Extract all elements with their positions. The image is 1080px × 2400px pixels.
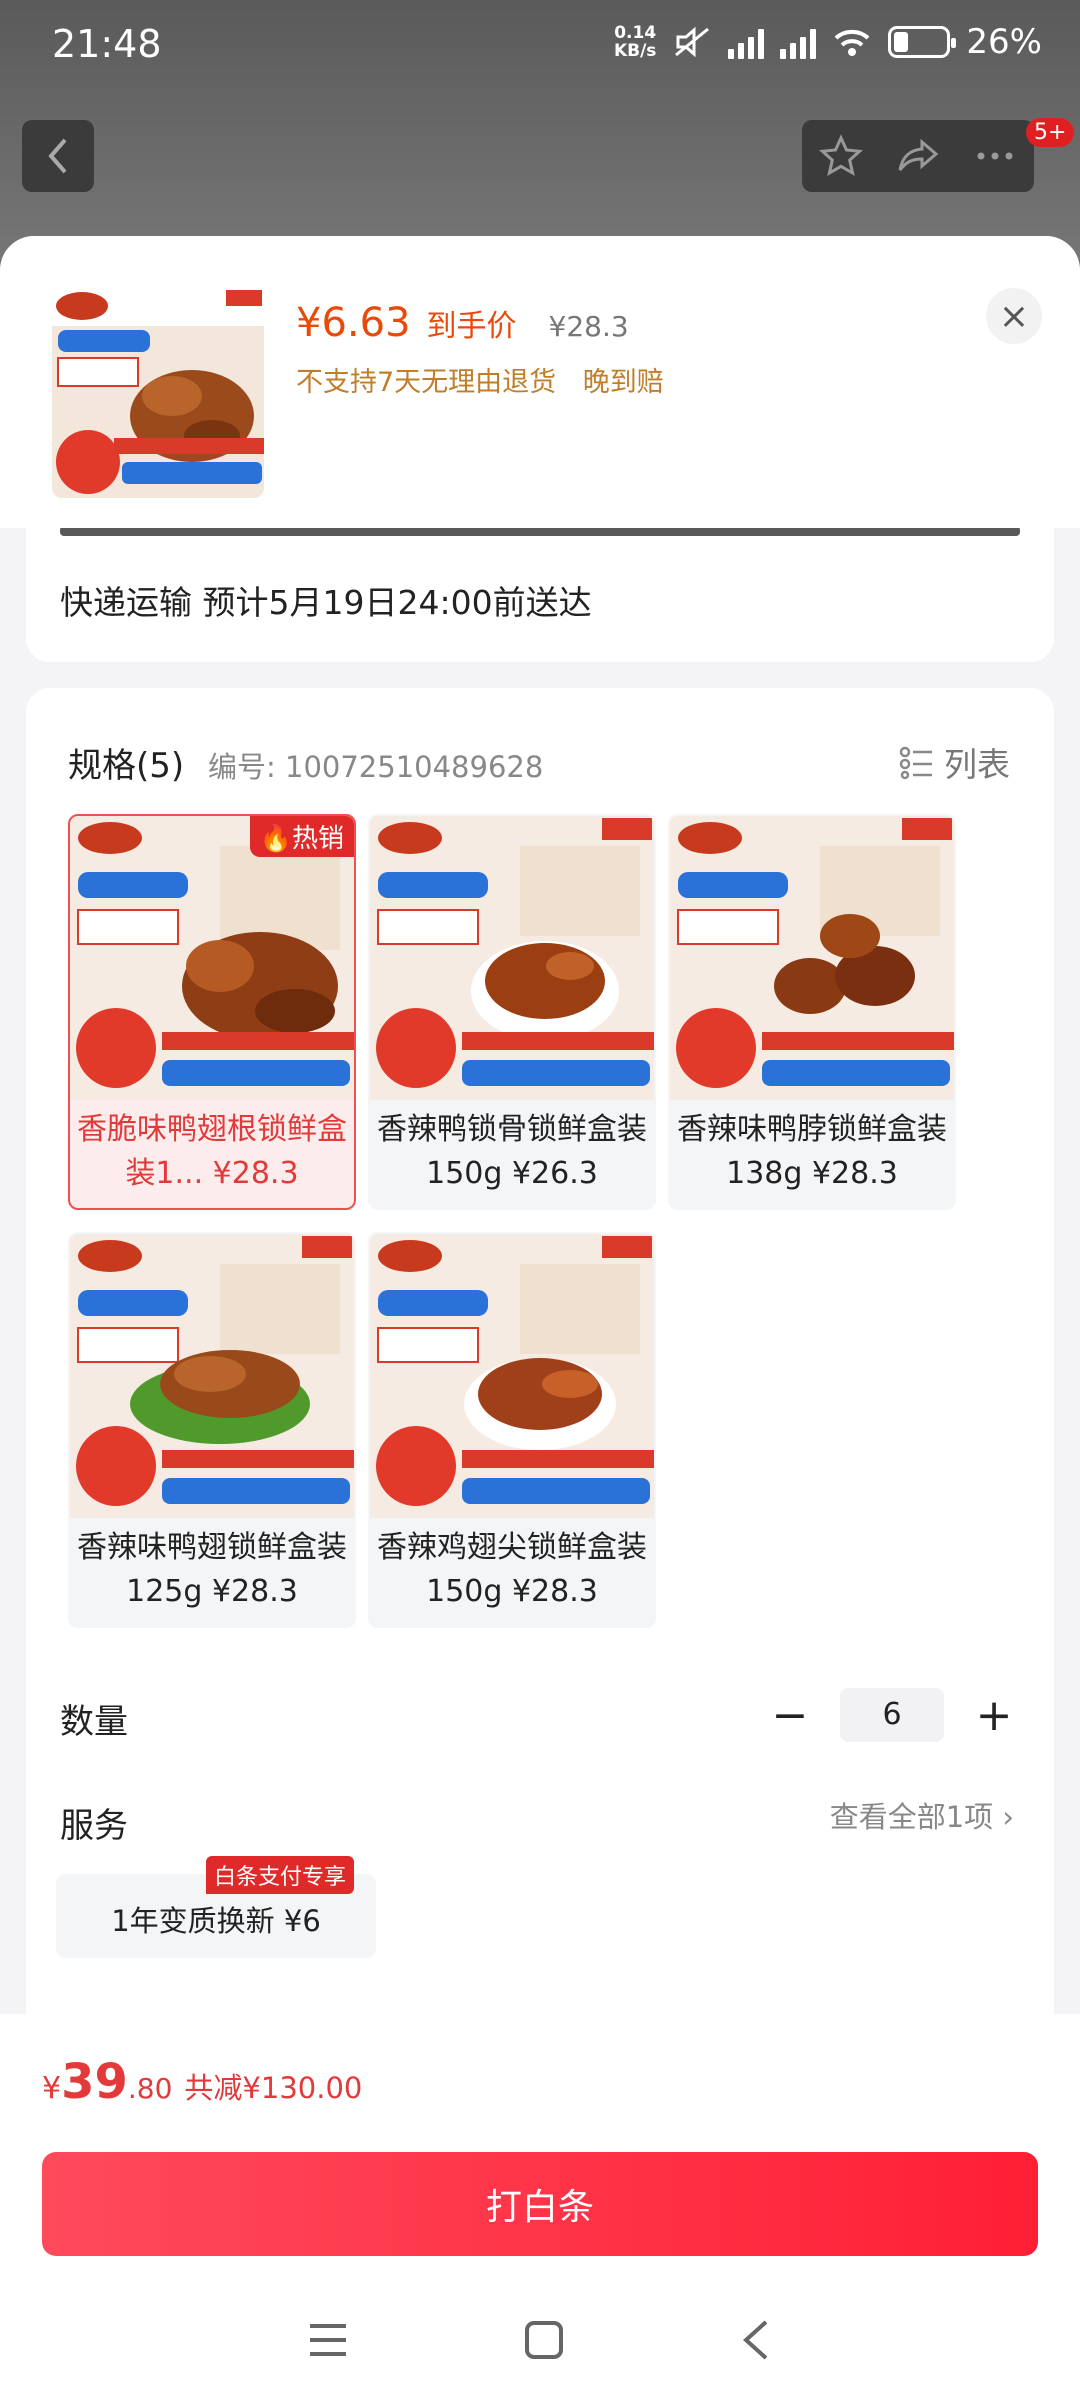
home-icon[interactable] [522, 2318, 566, 2362]
top-toolbar [802, 120, 1034, 192]
more-icon[interactable] [973, 134, 1017, 178]
product-image [670, 816, 954, 1100]
delivery-estimate: 快递运输 预计5月19日24:00前送达 [60, 583, 592, 622]
product-image [70, 816, 354, 1100]
network-speed: 0.14 KB/s [613, 23, 657, 61]
final-price-label: 到手价 [426, 309, 517, 344]
product-image [370, 1234, 654, 1518]
system-nav-bar [0, 2280, 1080, 2400]
signal-icon-2 [780, 25, 817, 59]
signal-icon [728, 25, 765, 59]
spec-option-duck-wing-root[interactable]: 🔥热销 香脆味鸭翅根锁鲜盒装1... ¥28.3 [68, 814, 356, 1210]
list-view-toggle[interactable]: 列表 [898, 738, 1010, 786]
checkout-footer: ¥ 39 .80 共减¥130.00 打白条 [0, 2014, 1080, 2400]
close-icon: × [998, 295, 1030, 337]
star-icon[interactable] [818, 134, 863, 178]
service-promo-tag: 白条支付专享 [206, 1856, 355, 1894]
chevron-right-icon: › [1002, 1800, 1014, 1834]
spec-option-label: 香辣味鸭脖锁鲜盒装138g ¥28.3 [677, 1112, 947, 1191]
status-time: 21:48 [52, 22, 162, 66]
policy-line: 不支持7天无理由退货 晚到赔 [296, 360, 664, 399]
sku-bottom-sheet: ¥6.63 到手价 ¥28.3 不支持7天无理由退货 晚到赔 × 快递运输 预计… [0, 236, 1080, 2400]
flame-icon: 🔥 [259, 824, 292, 854]
no-return-policy: 不支持7天无理由退货 [296, 367, 557, 398]
product-thumbnail [52, 286, 264, 498]
wifi-icon [835, 29, 870, 56]
list-label: 列表 [944, 745, 1010, 784]
spec-option-label: 香脆味鸭翅根锁鲜盒装1... ¥28.3 [77, 1112, 347, 1191]
close-button[interactable]: × [986, 288, 1042, 344]
battery-icon [888, 26, 957, 58]
price-line: ¥6.63 到手价 ¥28.3 [296, 300, 629, 346]
back-button[interactable] [22, 120, 94, 192]
spec-title: 规格(5) [68, 746, 185, 786]
battery-percent: 26% [966, 22, 1042, 62]
spec-option-label: 香辣味鸭翅锁鲜盒装125g ¥28.3 [77, 1530, 347, 1609]
menu-icon[interactable] [306, 2320, 350, 2360]
spec-option-duck-wing[interactable]: 香辣味鸭翅锁鲜盒装125g ¥28.3 [68, 1232, 356, 1628]
service-option-label: 1年变质换新 ¥6 [111, 1904, 321, 1938]
service-view-all[interactable]: 查看全部1项 › [830, 1794, 1014, 1836]
mute-vibrate-icon [675, 26, 710, 58]
original-price: ¥28.3 [548, 310, 629, 343]
spec-option-duck-clavicle[interactable]: 香辣鸭锁骨锁鲜盒装150g ¥26.3 [368, 814, 656, 1210]
spec-option-chicken-wingtip[interactable]: 香辣鸡翅尖锁鲜盒装150g ¥28.3 [368, 1232, 656, 1628]
status-icons: 0.14 KB/s 26% [614, 22, 1042, 62]
quantity-plus-button[interactable]: + [974, 1690, 1014, 1741]
back-nav-icon[interactable] [738, 2318, 774, 2362]
spec-option-label: 香辣鸡翅尖锁鲜盒装150g ¥28.3 [377, 1530, 647, 1609]
final-price: ¥6.63 [296, 300, 411, 346]
status-bar: 21:48 0.14 KB/s 26% [0, 0, 1080, 96]
share-icon[interactable] [896, 134, 940, 178]
hot-sale-badge: 🔥热销 [249, 816, 354, 857]
total-price: ¥ 39 .80 共减¥130.00 [42, 2054, 363, 2110]
chevron-left-icon [48, 138, 67, 174]
service-label: 服务 [60, 1806, 128, 1846]
late-compensation-policy: 晚到赔 [582, 367, 664, 398]
pay-with-baitiao-button[interactable]: 打白条 [42, 2152, 1038, 2256]
spec-option-duck-neck[interactable]: 香辣味鸭脖锁鲜盒装138g ¥28.3 [668, 814, 956, 1210]
product-image [70, 1234, 354, 1518]
product-code: 编号: 10072510489628 [208, 750, 544, 784]
quantity-input[interactable]: 6 [840, 1688, 944, 1742]
quantity-minus-button[interactable]: − [770, 1690, 810, 1741]
spec-option-label: 香辣鸭锁骨锁鲜盒装150g ¥26.3 [377, 1112, 647, 1191]
quantity-label: 数量 [60, 1702, 128, 1742]
sheet-header: ¥6.63 到手价 ¥28.3 不支持7天无理由退货 晚到赔 × [0, 236, 1080, 528]
product-image [370, 816, 654, 1100]
total-savings: 共减¥130.00 [184, 2071, 363, 2105]
notification-badge: 5+ [1026, 118, 1075, 147]
list-icon [899, 746, 932, 780]
quantity-stepper: − 6 + [770, 1688, 1014, 1742]
